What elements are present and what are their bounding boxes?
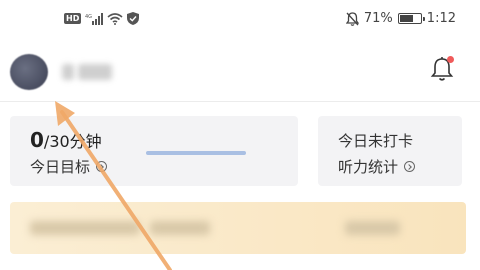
banner-blurred-content [30, 221, 140, 235]
battery-percent: 71% [363, 11, 393, 26]
clock: 1:12 [426, 11, 456, 26]
status-bar: HD 4G 71% 1:12 [0, 0, 480, 40]
chevron-right-icon [96, 161, 108, 172]
battery-fill [399, 15, 414, 22]
signal-icon: 4G [85, 12, 104, 25]
goal-label: 今日目标 [30, 158, 91, 176]
username-blurred[interactable] [62, 62, 122, 82]
notification-dot [447, 56, 454, 63]
goal-value: 0/30分钟 [30, 128, 102, 152]
status-left: HD 4G [64, 12, 140, 25]
mute-icon [345, 11, 359, 26]
hd-badge: HD [64, 13, 82, 24]
daily-goal-card[interactable]: 0/30分钟 今日目标 [10, 116, 298, 186]
promo-banner[interactable] [10, 202, 466, 254]
banner-blurred-content [150, 221, 210, 235]
shield-icon [127, 12, 140, 25]
listen-label-row: 听力统计 [338, 156, 416, 177]
divider [0, 101, 480, 102]
goal-target: /30分钟 [43, 132, 102, 151]
goal-label-row: 今日目标 [30, 156, 108, 177]
svg-text:4G: 4G [85, 14, 92, 20]
chevron-right-icon [404, 161, 416, 172]
listening-stats-card[interactable]: 今日未打卡 听力统计 [318, 116, 462, 186]
checkin-status: 今日未打卡 [338, 132, 414, 150]
status-right: 71% 1:12 [345, 11, 456, 26]
wifi-icon [107, 12, 123, 25]
header [0, 44, 480, 96]
battery-icon [397, 13, 425, 24]
notification-button[interactable] [430, 56, 454, 82]
avatar[interactable] [10, 54, 48, 90]
goal-progress-bar [146, 151, 246, 155]
banner-blurred-content [345, 221, 400, 235]
goal-current: 0 [30, 128, 44, 152]
listen-label: 听力统计 [338, 158, 399, 176]
